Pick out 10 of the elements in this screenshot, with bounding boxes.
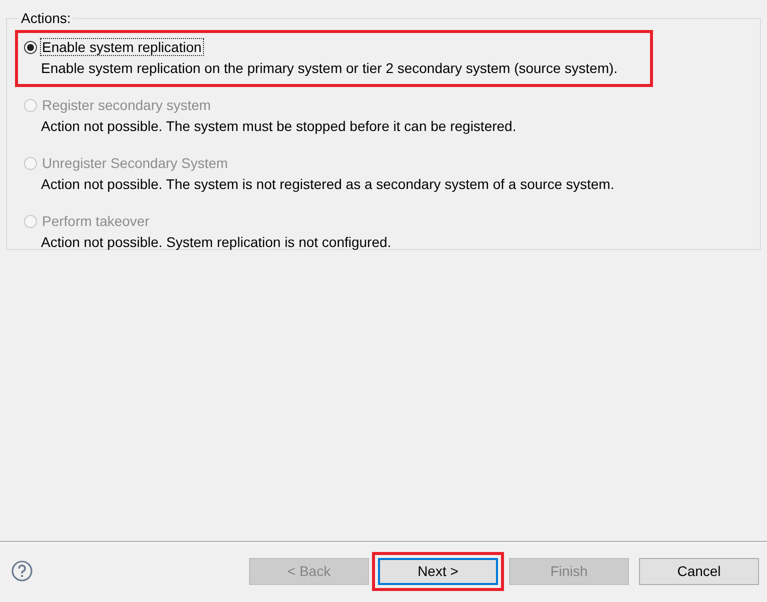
radio-button[interactable] [24, 40, 37, 54]
option-label[interactable]: Enable system replication [41, 39, 203, 55]
group-title: Actions: [20, 10, 72, 26]
help-icon[interactable] [11, 560, 33, 582]
option-description: Action not possible. System replication is not configured. [40, 234, 392, 250]
option-description: Enable system replication on the primary system or tier 2 secondary system (source system). [40, 60, 619, 76]
dialog-button[interactable]: Cancel [639, 558, 759, 584]
option-description: Action not possible. The system must be stopped before it can be registered. [40, 118, 518, 134]
dialog-button[interactable]: Next > [378, 558, 498, 584]
option-description: Action not possible. The system is not registered as a secondary system of a source system. [40, 176, 616, 192]
